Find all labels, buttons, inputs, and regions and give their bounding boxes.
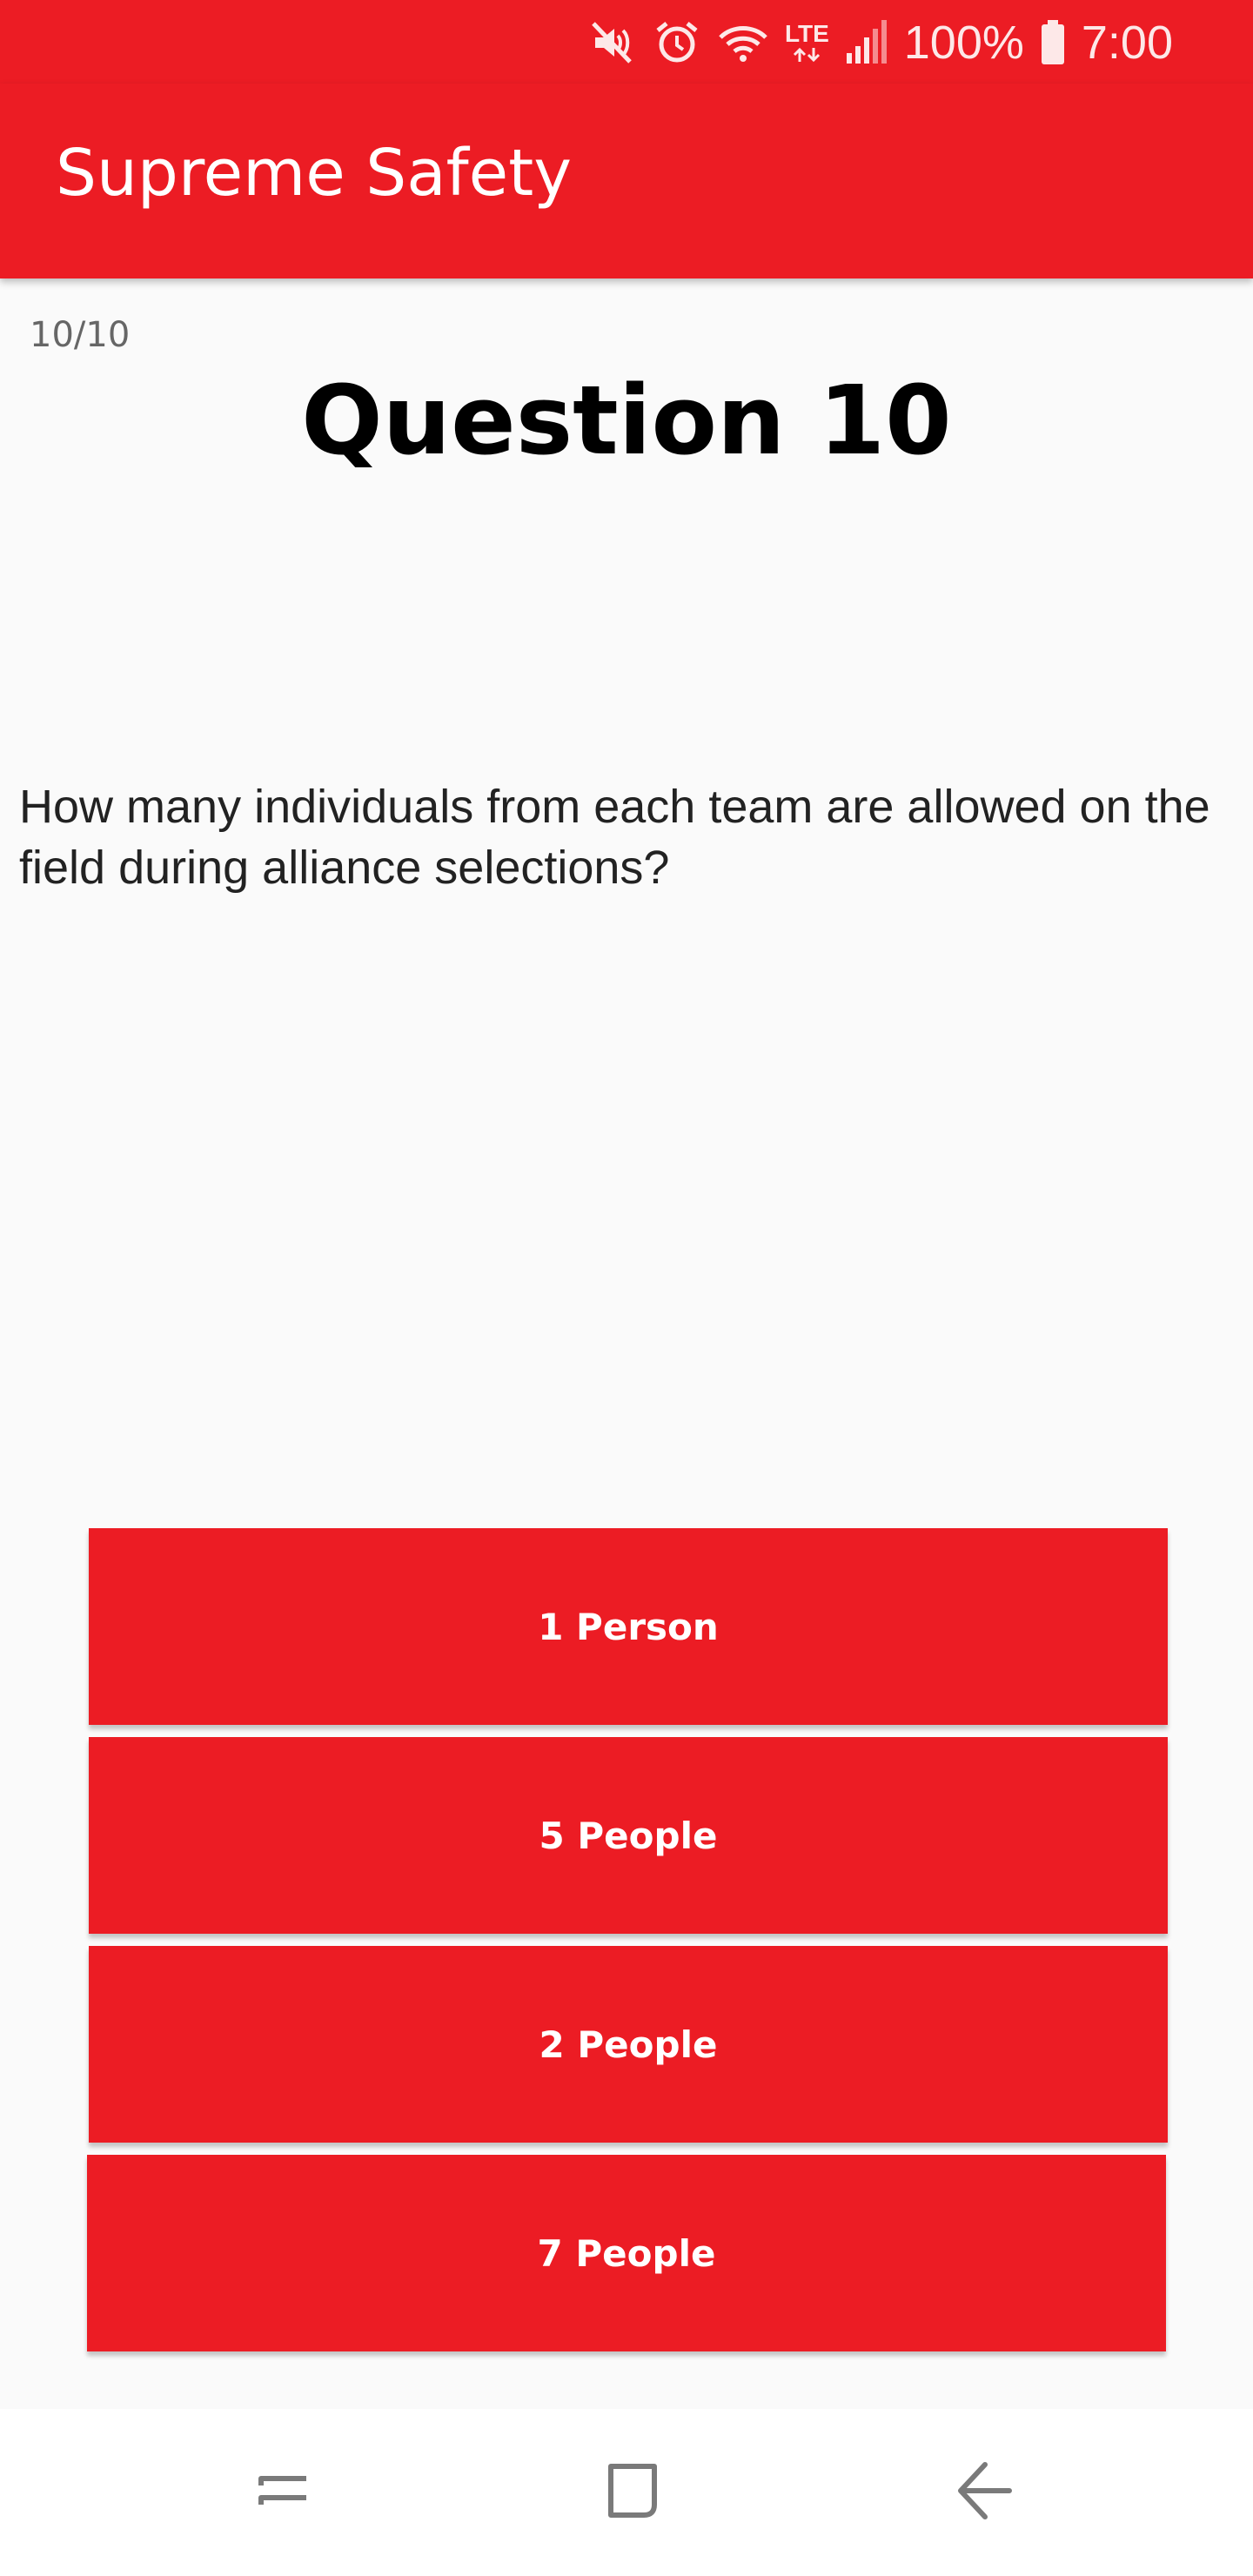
app-bar: Supreme Safety	[0, 84, 1253, 278]
answer-button-1[interactable]: 1 Person	[89, 1528, 1168, 1725]
answer-button-2[interactable]: 5 People	[89, 1737, 1168, 1934]
navigation-bar	[0, 2409, 1253, 2576]
wifi-icon	[717, 18, 769, 67]
status-bar: LTE 100% 7:00	[0, 0, 1253, 84]
back-icon	[948, 2456, 1018, 2529]
alarm-icon	[653, 18, 701, 67]
recent-apps-button[interactable]	[231, 2440, 336, 2545]
signal-icon	[845, 18, 888, 67]
question-progress: 10/10	[30, 315, 131, 355]
clock: 7:00	[1081, 17, 1173, 69]
status-icons: LTE 100% 7:00	[588, 12, 1173, 73]
battery-icon	[1040, 18, 1066, 67]
recent-apps-icon	[249, 2456, 318, 2529]
lte-icon: LTE	[785, 22, 829, 64]
battery-percent: 100%	[903, 17, 1024, 69]
answer-button-4[interactable]: 7 People	[87, 2155, 1166, 2351]
network-label: LTE	[784, 20, 829, 47]
answer-button-3[interactable]: 2 People	[89, 1946, 1168, 2143]
app-title: Supreme Safety	[56, 136, 573, 211]
question-text: How many individuals from each team are …	[19, 781, 1210, 894]
mute-icon	[588, 18, 637, 67]
question-title: Question 10	[301, 365, 952, 476]
home-icon	[599, 2456, 668, 2529]
back-button[interactable]	[931, 2440, 1035, 2545]
home-button[interactable]	[581, 2440, 686, 2545]
